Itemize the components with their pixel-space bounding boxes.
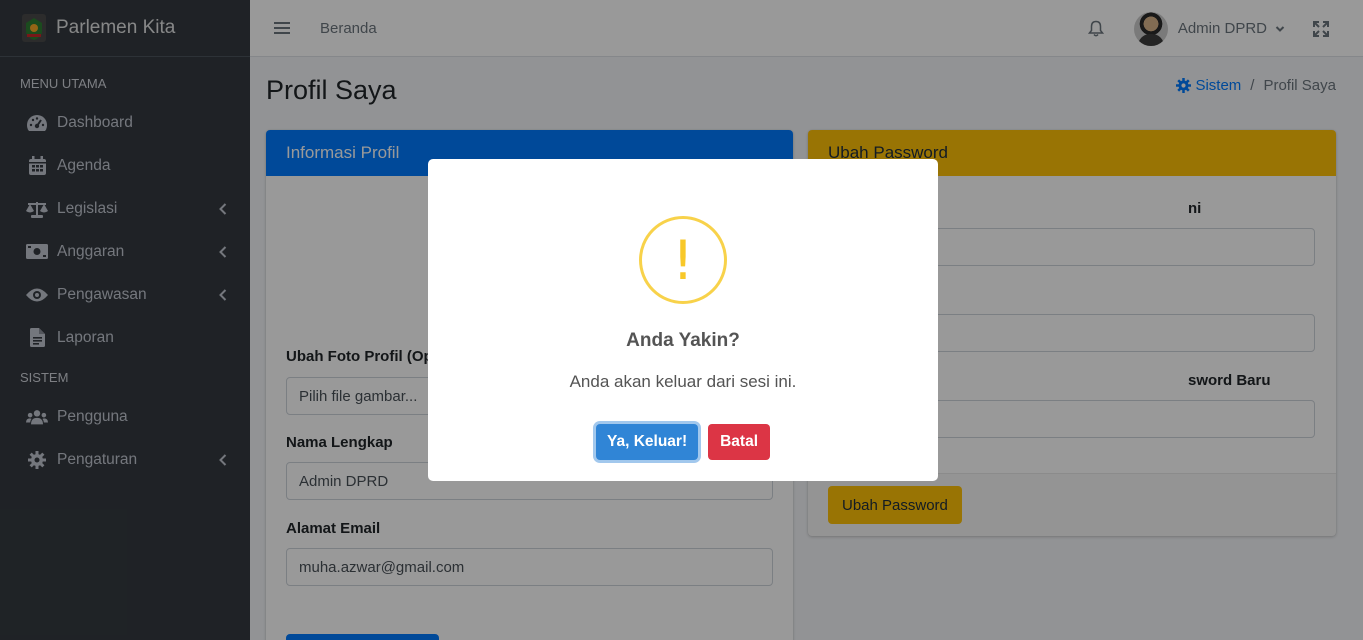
dialog-actions: Ya, Keluar! Batal [428,424,938,460]
dialog-title: Anda Yakin? [626,330,740,351]
confirm-logout-button[interactable]: Ya, Keluar! [595,424,699,460]
logout-confirm-dialog: ! Anda Yakin? Anda akan keluar dari sesi… [428,159,938,481]
cancel-button[interactable]: Batal [708,424,771,460]
warning-icon: ! [639,216,727,304]
dialog-message: Anda akan keluar dari sesi ini. [569,372,797,391]
